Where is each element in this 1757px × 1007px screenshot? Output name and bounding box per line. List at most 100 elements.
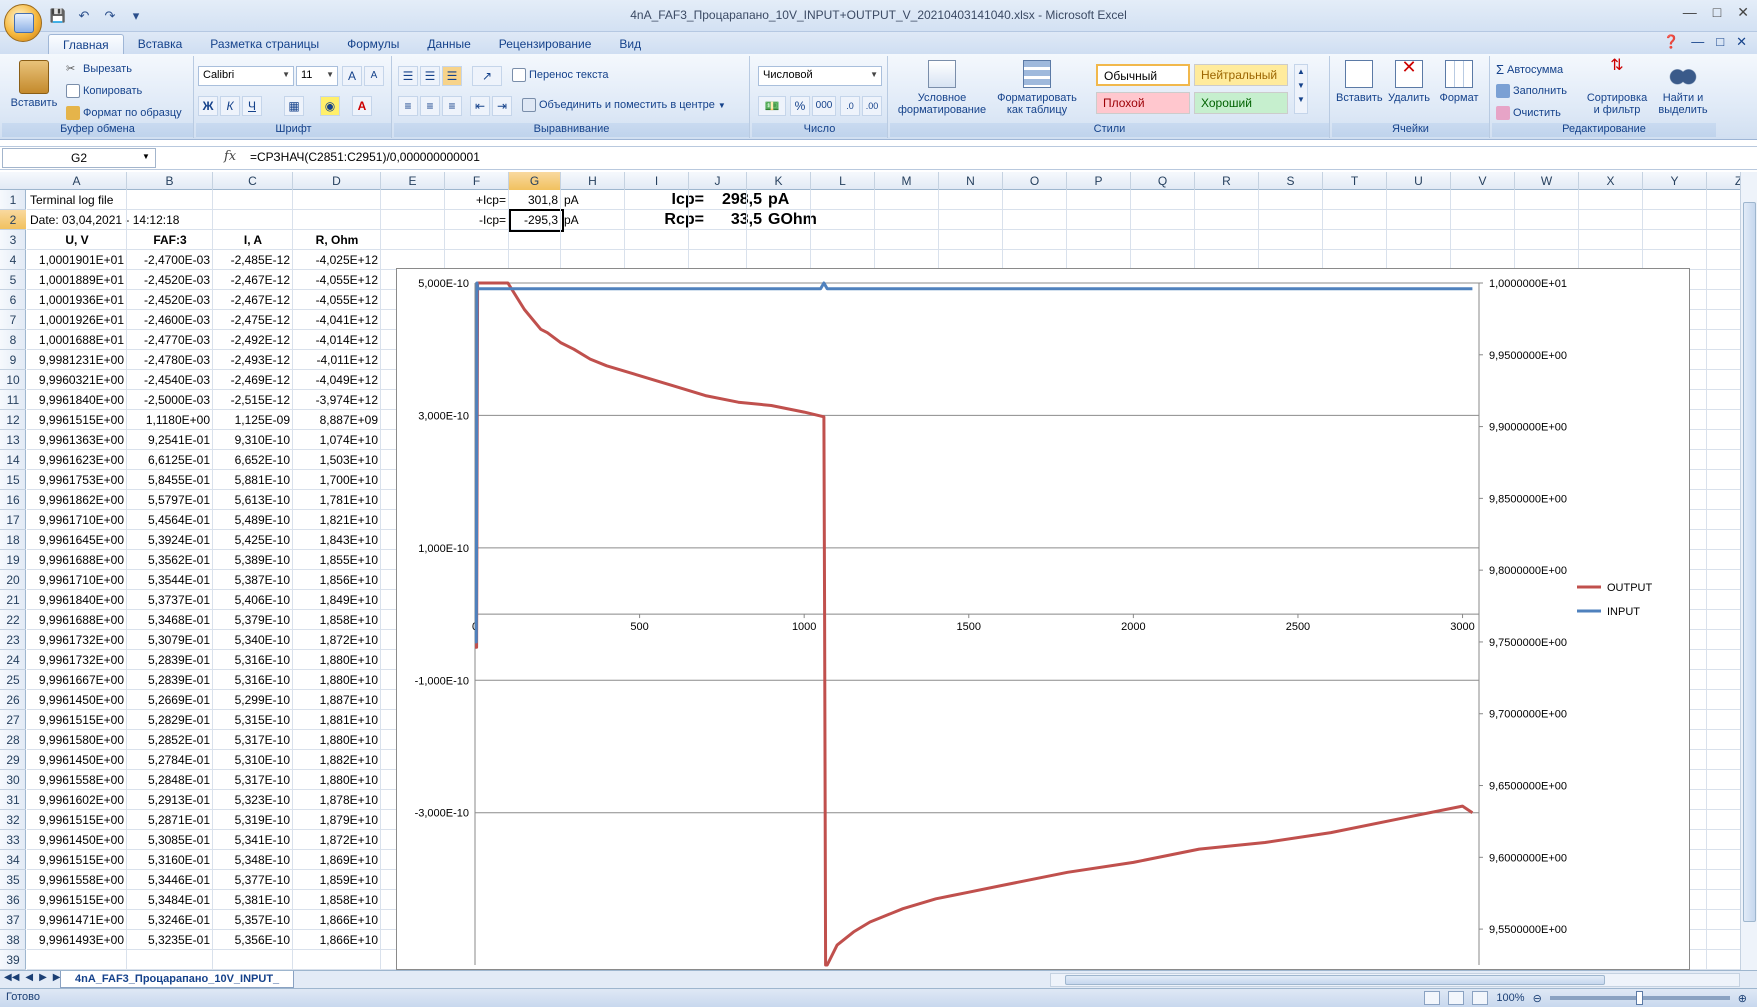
align-bottom-icon[interactable]: ☰ bbox=[442, 66, 462, 86]
minimize-icon[interactable]: — bbox=[1683, 4, 1697, 21]
data-cell[interactable]: 9,9961558E+00 bbox=[27, 870, 127, 890]
data-cell[interactable]: 5,2669E-01 bbox=[127, 690, 213, 710]
header-resistance[interactable]: R, Ohm bbox=[293, 230, 381, 250]
row-header-21[interactable]: 21 bbox=[0, 590, 26, 610]
data-cell[interactable]: 9,9961753E+00 bbox=[27, 470, 127, 490]
data-cell[interactable]: 5,381E-10 bbox=[213, 890, 293, 910]
data-cell[interactable]: 9,9961732E+00 bbox=[27, 650, 127, 670]
style-good[interactable]: Хороший bbox=[1194, 92, 1288, 114]
data-cell[interactable]: 5,357E-10 bbox=[213, 910, 293, 930]
data-cell[interactable]: 6,652E-10 bbox=[213, 450, 293, 470]
currency-icon[interactable]: 💵 bbox=[758, 96, 786, 116]
data-cell[interactable]: 9,9961688E+00 bbox=[27, 610, 127, 630]
cell-h2[interactable]: pA bbox=[561, 210, 601, 230]
row-header-33[interactable]: 33 bbox=[0, 830, 26, 850]
data-cell[interactable]: 1,872E+10 bbox=[293, 630, 381, 650]
data-cell[interactable]: 9,9961732E+00 bbox=[27, 630, 127, 650]
data-cell[interactable]: -2,493E-12 bbox=[213, 350, 293, 370]
data-cell[interactable]: 1,0001901E+01 bbox=[27, 250, 127, 270]
row-header-32[interactable]: 32 bbox=[0, 810, 26, 830]
cut-button[interactable]: ✂ Вырезать bbox=[66, 62, 132, 76]
column-header-x[interactable]: X bbox=[1579, 172, 1643, 190]
data-cell[interactable]: 1,872E+10 bbox=[293, 830, 381, 850]
vertical-scroll-thumb[interactable] bbox=[1743, 202, 1756, 922]
row-header-35[interactable]: 35 bbox=[0, 870, 26, 890]
header-current[interactable]: I, A bbox=[213, 230, 293, 250]
data-cell[interactable]: 1,1180E+00 bbox=[127, 410, 213, 430]
data-cell[interactable]: 1,856E+10 bbox=[293, 570, 381, 590]
data-cell[interactable]: 5,316E-10 bbox=[213, 650, 293, 670]
data-cell[interactable]: -2,4700E-03 bbox=[127, 250, 213, 270]
row-header-6[interactable]: 6 bbox=[0, 290, 26, 310]
row-header-38[interactable]: 38 bbox=[0, 930, 26, 950]
underline-button[interactable]: Ч bbox=[242, 96, 262, 116]
cell-i1[interactable]: Icp= bbox=[627, 190, 707, 210]
tab-data[interactable]: Данные bbox=[413, 34, 484, 54]
row-header-39[interactable]: 39 bbox=[0, 950, 26, 970]
grow-font-button[interactable]: A bbox=[342, 66, 362, 86]
column-header-q[interactable]: Q bbox=[1131, 172, 1195, 190]
insert-cells-button[interactable]: Вставить bbox=[1336, 60, 1383, 104]
decrease-indent-icon[interactable]: ⇤ bbox=[470, 96, 490, 116]
data-cell[interactable]: -4,055E+12 bbox=[293, 270, 381, 290]
row-header-7[interactable]: 7 bbox=[0, 310, 26, 330]
row-header-11[interactable]: 11 bbox=[0, 390, 26, 410]
font-color-icon[interactable]: A bbox=[352, 96, 372, 116]
row-header-23[interactable]: 23 bbox=[0, 630, 26, 650]
row-header-37[interactable]: 37 bbox=[0, 910, 26, 930]
data-cell[interactable]: -4,014E+12 bbox=[293, 330, 381, 350]
format-as-table-button[interactable]: Форматировать как таблицу bbox=[992, 60, 1082, 116]
zoom-slider[interactable] bbox=[1549, 991, 1730, 1005]
data-cell[interactable]: 5,319E-10 bbox=[213, 810, 293, 830]
data-cell[interactable]: 1,0001688E+01 bbox=[27, 330, 127, 350]
data-cell[interactable]: -4,011E+12 bbox=[293, 350, 381, 370]
row-header-31[interactable]: 31 bbox=[0, 790, 26, 810]
chart[interactable]: 5,000E-10 3,000E-10 1,000E-10 -1,000E-10 -3,… bbox=[396, 268, 1690, 970]
name-box[interactable]: G2 bbox=[2, 148, 156, 168]
orientation-icon[interactable]: ↗ bbox=[472, 66, 502, 86]
column-header-a[interactable]: A bbox=[27, 172, 127, 190]
column-header-e[interactable]: E bbox=[381, 172, 445, 190]
data-cell[interactable]: 9,9961623E+00 bbox=[27, 450, 127, 470]
data-cell[interactable]: -3,974E+12 bbox=[293, 390, 381, 410]
data-cell[interactable]: 5,425E-10 bbox=[213, 530, 293, 550]
data-cell[interactable]: 5,2839E-01 bbox=[127, 670, 213, 690]
data-cell[interactable]: 9,9961710E+00 bbox=[27, 570, 127, 590]
zoom-level[interactable]: 100% bbox=[1496, 992, 1524, 1004]
align-top-icon[interactable]: ☰ bbox=[398, 66, 418, 86]
row-header-17[interactable]: 17 bbox=[0, 510, 26, 530]
data-cell[interactable]: 5,8455E-01 bbox=[127, 470, 213, 490]
thousands-button[interactable]: 000 bbox=[812, 96, 836, 116]
data-cell[interactable]: 1,858E+10 bbox=[293, 610, 381, 630]
row-header-18[interactable]: 18 bbox=[0, 530, 26, 550]
row-header-29[interactable]: 29 bbox=[0, 750, 26, 770]
data-cell[interactable]: 1,503E+10 bbox=[293, 450, 381, 470]
row-header-20[interactable]: 20 bbox=[0, 570, 26, 590]
row-header-25[interactable]: 25 bbox=[0, 670, 26, 690]
row-header-22[interactable]: 22 bbox=[0, 610, 26, 630]
data-cell[interactable]: -2,485E-12 bbox=[213, 250, 293, 270]
workbook-minimize-icon[interactable]: — bbox=[1691, 34, 1704, 50]
data-cell[interactable]: 5,3562E-01 bbox=[127, 550, 213, 570]
data-cell[interactable]: 5,323E-10 bbox=[213, 790, 293, 810]
maximize-icon[interactable]: □ bbox=[1713, 4, 1721, 21]
data-cell[interactable]: 5,613E-10 bbox=[213, 490, 293, 510]
data-cell[interactable]: -2,4770E-03 bbox=[127, 330, 213, 350]
data-cell[interactable]: 5,316E-10 bbox=[213, 670, 293, 690]
close-icon[interactable]: ✕ bbox=[1737, 4, 1749, 21]
column-header-d[interactable]: D bbox=[293, 172, 381, 190]
increase-indent-icon[interactable]: ⇥ bbox=[492, 96, 512, 116]
data-cell[interactable]: -2,469E-12 bbox=[213, 370, 293, 390]
data-cell[interactable]: 5,387E-10 bbox=[213, 570, 293, 590]
sort-filter-button[interactable]: ⇅ Сортировка и фильтр bbox=[1584, 58, 1650, 117]
row-header-2[interactable]: 2 bbox=[0, 210, 26, 230]
align-left-icon[interactable]: ≡ bbox=[398, 96, 418, 116]
clear-button[interactable]: Очистить bbox=[1496, 106, 1561, 120]
insert-function-icon[interactable]: fx bbox=[224, 149, 236, 164]
data-cell[interactable]: 5,317E-10 bbox=[213, 730, 293, 750]
data-cell[interactable]: 5,379E-10 bbox=[213, 610, 293, 630]
row-header-30[interactable]: 30 bbox=[0, 770, 26, 790]
data-cell[interactable]: 5,2871E-01 bbox=[127, 810, 213, 830]
cell-j1[interactable]: 298,5 bbox=[707, 190, 765, 210]
data-cell[interactable]: 5,3160E-01 bbox=[127, 850, 213, 870]
